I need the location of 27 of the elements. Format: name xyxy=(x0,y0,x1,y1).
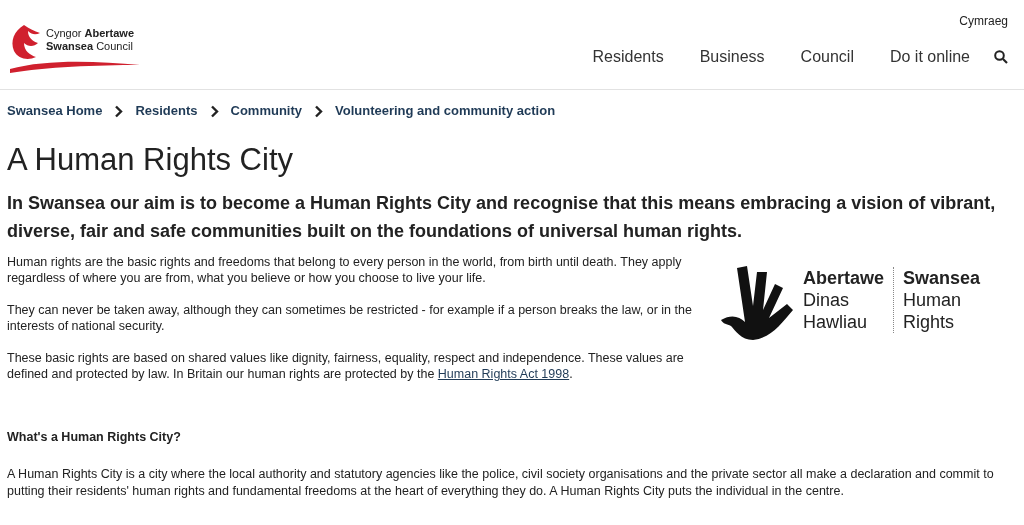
breadcrumb-link[interactable]: Community xyxy=(230,101,302,121)
nav-link[interactable]: Residents xyxy=(592,47,664,67)
chevron-right-icon xyxy=(209,104,219,118)
logo-text: Swansea xyxy=(903,267,981,289)
chevron-right-icon xyxy=(314,104,323,118)
chevron-right-icon xyxy=(114,104,124,118)
search-icon[interactable] xyxy=(994,50,1008,64)
logo-text: Hawliau xyxy=(803,311,869,333)
section-paragraph: A Human Rights City is a city where the local authority and statutory agencies like the police, civil society organisations and the private sector all make a declaration and commit to putting their residents' human rights and fundamental freedoms at the heart of everything they do. A Human Rights City puts the individual in the centre. xyxy=(7,465,995,500)
section-heading: What's a Human Rights City? xyxy=(7,429,182,446)
language-link[interactable]: Cymraeg xyxy=(959,12,1008,30)
logo-text: Human xyxy=(903,289,963,311)
lead-paragraph: In Swansea our aim is to become a Human Rights City and recognise that this means embracing a vision of vibrant, diverse, fair and safe communities built on the foundations of universal human rights. xyxy=(7,192,997,243)
logo-text: Abertawe xyxy=(803,267,885,289)
page-title: A Human Rights City xyxy=(7,141,294,179)
logo-text: Dinas xyxy=(803,289,851,311)
breadcrumb-link[interactable]: Volunteering and community action xyxy=(335,101,556,121)
council-logo-text[interactable]: Cyngor Abertawe Swansea Council xyxy=(46,27,135,53)
nav-link[interactable]: Do it online xyxy=(889,47,970,67)
body-paragraph: Human rights are the basic rights and freedoms that belong to every person in the world, from birth until death. They apply regardless of where you are from, what you believe or how you choose to live your life. xyxy=(7,254,683,286)
breadcrumb-link[interactable]: Residents xyxy=(135,101,198,121)
body-paragraph: These basic rights are based on shared values like dignity, fairness, equality, respect and independence. These values are defined and protected by law. In Britain our human rights are protected by the Human Rights Act 1998. xyxy=(7,350,685,382)
logo-text: Rights xyxy=(903,311,956,333)
nav-link[interactable]: Council xyxy=(800,47,854,67)
nav-link[interactable]: Business xyxy=(699,47,765,67)
breadcrumb-link[interactable]: Swansea Home xyxy=(7,101,103,121)
body-paragraph: They can never be taken away, although they can sometimes be restricted - for example if a person breaks the law, or in the interests of national security. xyxy=(7,302,693,334)
